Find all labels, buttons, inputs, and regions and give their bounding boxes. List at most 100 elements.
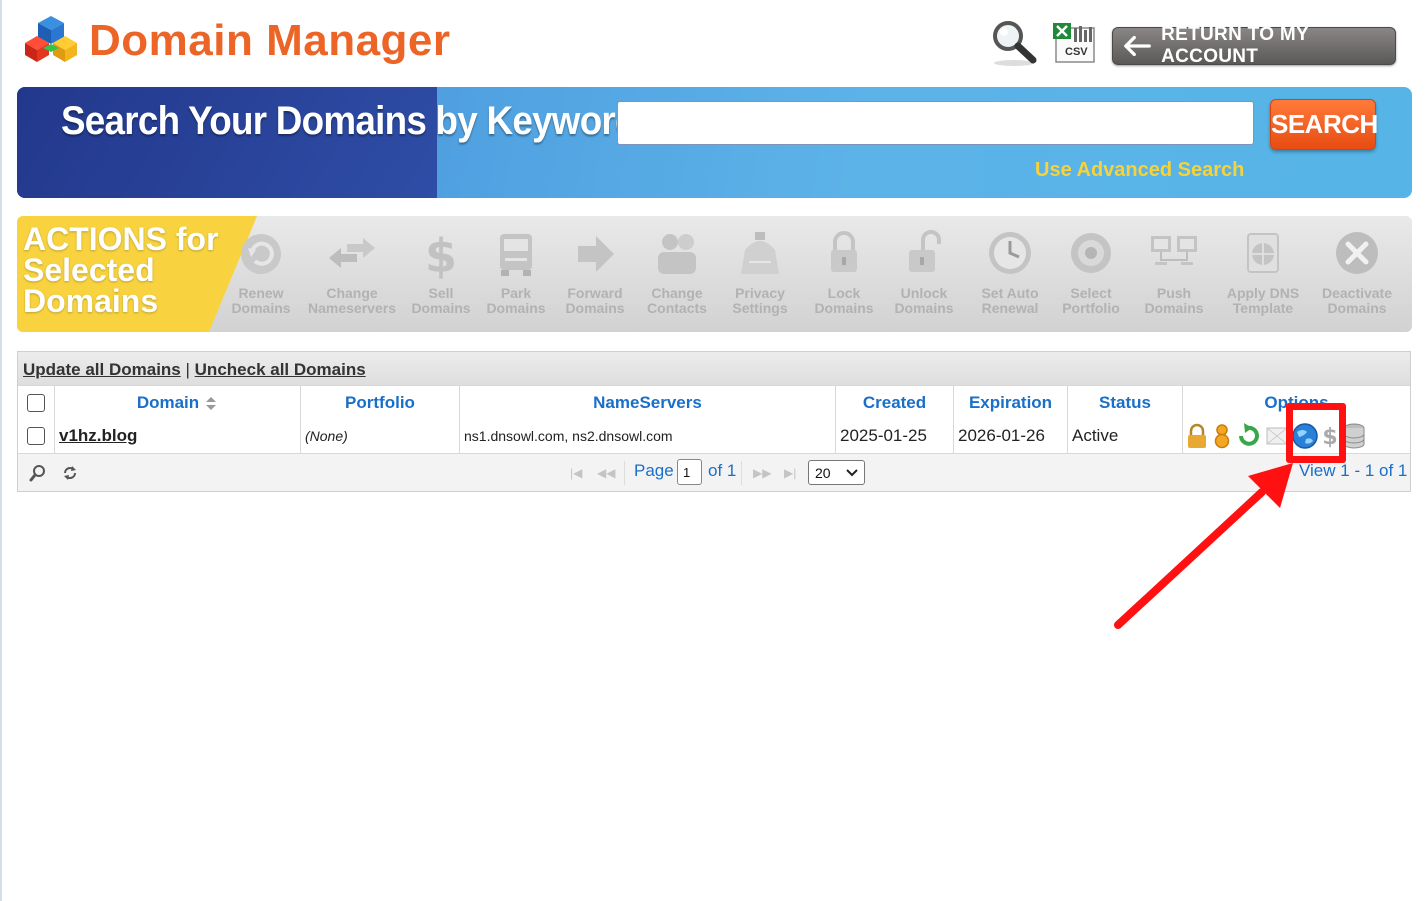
csv-export-icon[interactable]: CSV xyxy=(1052,22,1098,64)
email-forward-icon[interactable] xyxy=(1266,423,1288,449)
portfolio-cell: (None) xyxy=(301,419,460,453)
csv-label: CSV xyxy=(1065,46,1088,58)
actions-toolbar: ACTIONS for Selected Domains Renew Domai… xyxy=(17,216,1412,332)
action-label: Contacts xyxy=(647,300,707,316)
action-select-portfolio[interactable]: Select Portfolio xyxy=(1046,228,1136,316)
svg-text:$: $ xyxy=(425,229,457,280)
unlock-icon xyxy=(909,230,941,272)
pager-divider xyxy=(624,461,625,485)
action-label: Settings xyxy=(732,300,788,316)
dollar-icon: $ xyxy=(425,229,457,280)
action-park-domains[interactable]: Park Domains xyxy=(471,228,561,316)
page-label: Page xyxy=(634,461,674,480)
lock-icon[interactable] xyxy=(1185,423,1209,449)
magnifier-search-icon[interactable] xyxy=(988,18,1040,73)
action-label: Set Auto xyxy=(981,285,1039,301)
action-label: Change xyxy=(651,285,703,301)
column-header-domain[interactable]: Domain xyxy=(55,386,301,419)
action-label: Domains xyxy=(814,300,874,316)
last-page-icon[interactable]: ▶| xyxy=(784,466,796,480)
action-label: Domains xyxy=(1144,300,1204,316)
change-nameservers-icon xyxy=(329,238,375,268)
column-header-label: Portfolio xyxy=(345,392,415,412)
select-all-checkbox[interactable] xyxy=(27,393,45,412)
truck-icon xyxy=(500,234,532,276)
page-left-border xyxy=(0,0,2,901)
action-unlock-domains[interactable]: Unlock Domains xyxy=(879,228,969,316)
return-button-label: RETURN TO MY ACCOUNT xyxy=(1161,24,1309,67)
action-deactivate-domains[interactable]: Deactivate Domains xyxy=(1312,228,1402,316)
action-label: Nameservers xyxy=(308,300,396,316)
action-label: Domains xyxy=(231,300,291,316)
action-lock-domains[interactable]: Lock Domains xyxy=(799,228,889,316)
return-to-account-button[interactable]: RETURN TO MY ACCOUNT xyxy=(1112,24,1396,67)
portfolio-icon xyxy=(1071,233,1111,273)
search-heading: Search Your Domains by Keyword xyxy=(61,99,637,143)
column-header-nameservers[interactable]: NameServers xyxy=(460,386,836,419)
back-arrow-icon xyxy=(1124,35,1151,57)
nameservers-value: ns1.dnsowl.com, ns2.dnsowl.com xyxy=(464,428,673,444)
action-push-domains[interactable]: Push Domains xyxy=(1129,228,1219,316)
update-all-domains-link[interactable]: Update all Domains xyxy=(23,360,181,379)
grid-toolbar: Update all Domains | Uncheck all Domains xyxy=(18,352,1410,385)
action-set-auto-renewal[interactable]: Set Auto Renewal xyxy=(965,228,1055,316)
status-cell: Active xyxy=(1068,419,1183,453)
select-all-cell xyxy=(18,386,55,419)
row-checkbox[interactable] xyxy=(27,427,45,445)
action-change-contacts[interactable]: Change Contacts xyxy=(632,228,722,316)
actions-title: ACTIONS for Selected Domains xyxy=(23,221,219,317)
column-header-expiration[interactable]: Expiration xyxy=(954,386,1068,419)
domain-grid: Update all Domains | Uncheck all Domains… xyxy=(17,351,1411,492)
actions-title-line: ACTIONS for xyxy=(23,221,219,257)
chevron-down-icon xyxy=(846,469,858,477)
created-value: 2025-01-25 xyxy=(840,426,927,445)
page-number-input[interactable]: 1 xyxy=(677,459,702,485)
prev-page-icon[interactable]: ◀◀ xyxy=(597,466,615,480)
advanced-search-link[interactable]: Use Advanced Search xyxy=(1035,159,1244,182)
action-label: Domains xyxy=(894,300,954,316)
page-count-label: of 1 xyxy=(708,461,737,480)
search-input[interactable] xyxy=(617,101,1254,145)
actions-title-line: Selected xyxy=(23,252,155,288)
column-header-created[interactable]: Created xyxy=(836,386,954,419)
page-size-value: 20 xyxy=(815,465,831,481)
deactivate-x-icon xyxy=(1336,232,1378,274)
lock-icon xyxy=(831,231,857,272)
action-change-nameservers[interactable]: Change Nameservers xyxy=(307,228,397,316)
portfolio-value: (None) xyxy=(305,428,348,444)
action-privacy-settings[interactable]: Privacy Settings xyxy=(715,228,805,316)
action-label: Template xyxy=(1232,300,1294,316)
expiration-cell: 2026-01-26 xyxy=(954,419,1068,453)
action-label: Domains xyxy=(1327,300,1387,316)
grid-search-icon[interactable] xyxy=(29,464,47,482)
renew-arrow-icon[interactable] xyxy=(1235,423,1263,449)
first-page-icon[interactable]: |◀ xyxy=(570,466,582,480)
next-page-icon[interactable]: ▶▶ xyxy=(753,466,771,480)
action-forward-domains[interactable]: Forward Domains xyxy=(550,228,640,316)
page-title: Domain Manager xyxy=(89,16,451,65)
nameservers-cell: ns1.dnsowl.com, ns2.dnsowl.com xyxy=(460,419,836,453)
uncheck-all-domains-link[interactable]: Uncheck all Domains xyxy=(195,360,366,379)
grid-pager: |◀ ◀◀ Page 1 of 1 ▶▶ ▶| 20 View 1 - 1 of… xyxy=(18,454,1410,491)
action-label: Select xyxy=(1070,285,1112,301)
column-header-status[interactable]: Status xyxy=(1068,386,1183,419)
refresh-icon[interactable] xyxy=(61,464,79,482)
action-apply-dns-template[interactable]: Apply DNS Template xyxy=(1218,228,1308,316)
action-label: Domains xyxy=(486,300,546,316)
action-label: Lock xyxy=(827,285,861,301)
dns-template-icon xyxy=(1247,233,1279,273)
domain-link[interactable]: v1hz.blog xyxy=(59,426,137,446)
action-renew-domains[interactable]: Renew Domains xyxy=(216,228,306,316)
privacy-bag-icon xyxy=(741,232,779,274)
action-label: Change xyxy=(326,285,378,301)
grid-bulk-links: Update all Domains | Uncheck all Domains xyxy=(23,360,366,380)
privacy-icon[interactable] xyxy=(1212,423,1232,449)
column-header-label: NameServers xyxy=(593,392,702,412)
column-header-portfolio[interactable]: Portfolio xyxy=(301,386,460,419)
page-size-select[interactable]: 20 xyxy=(808,460,865,485)
action-label: Deactivate xyxy=(1321,285,1393,301)
action-label: Privacy xyxy=(735,285,785,301)
search-button[interactable]: SEARCH xyxy=(1270,99,1378,150)
status-value: Active xyxy=(1072,426,1119,445)
renew-icon xyxy=(241,234,281,274)
